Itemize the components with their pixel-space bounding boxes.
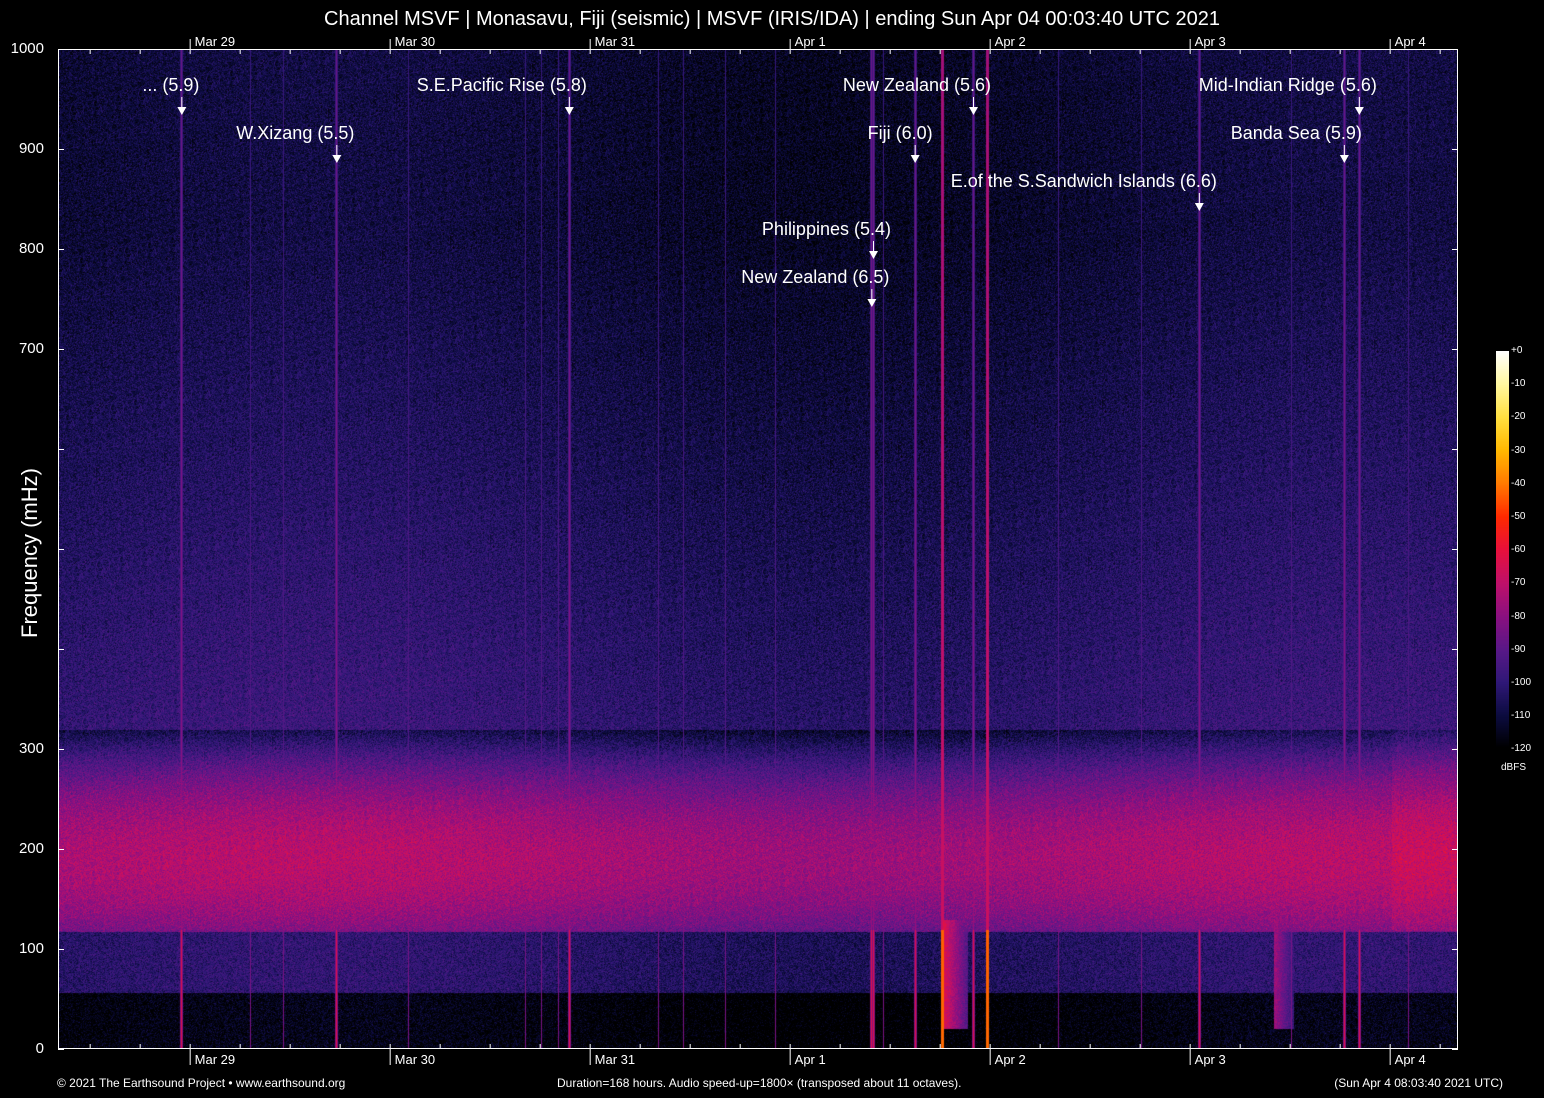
y-tick-label: 0 — [35, 1040, 44, 1057]
event-label: S.E.Pacific Rise (5.8) — [416, 75, 587, 95]
colorbar-tick-label: -80 — [1511, 610, 1526, 622]
footer-copyright: © 2021 The Earthsound Project • www.eart… — [57, 1076, 346, 1090]
colorbar-tick-label: -10 — [1511, 378, 1526, 390]
event-label: E.of the S.Sandwich Islands (6.6) — [950, 171, 1217, 191]
chart-title: Channel MSVF | Monasavu, Fiji (seismic) … — [324, 8, 1220, 30]
y-tick-label: 1000 — [10, 40, 44, 57]
event-label: New Zealand (6.5) — [741, 267, 890, 287]
event-arrow-icon — [564, 107, 574, 115]
x-tick-label-top: Mar 31 — [594, 34, 636, 49]
colorbar-tick-label: -20 — [1511, 411, 1526, 423]
x-tick-label-top: Mar 30 — [394, 34, 436, 49]
colorbar-tick-label: -70 — [1511, 577, 1526, 589]
x-tick-label: Apr 3 — [1194, 1052, 1226, 1067]
y-tick-label: 900 — [18, 140, 44, 157]
colorbar-tick-label: -50 — [1511, 511, 1526, 522]
colorbar-unit: dBFS — [1501, 762, 1527, 773]
event-arrow-icon — [969, 107, 978, 115]
y-tick-label: 100 — [18, 940, 44, 957]
x-tick-label: Apr 2 — [994, 1052, 1026, 1067]
plot-frame — [58, 39, 1458, 1065]
x-tick-label: Mar 29 — [194, 1052, 236, 1067]
event-label: ... (5.9) — [142, 75, 200, 95]
colorbar-tick-label: +0 — [1511, 345, 1523, 356]
event-label: Mid-Indian Ridge (5.6) — [1198, 75, 1377, 95]
y-tick-label: 200 — [18, 840, 44, 857]
event-arrow-icon — [869, 251, 878, 259]
event-arrow-icon — [332, 155, 342, 163]
colorbar-tick-label: -100 — [1511, 677, 1532, 688]
event-label: Banda Sea (5.9) — [1230, 123, 1362, 143]
event-label: W.Xizang (5.5) — [236, 123, 355, 143]
event-arrow-icon — [1354, 107, 1364, 115]
x-tick-label: Mar 30 — [394, 1052, 436, 1067]
y-tick-label: 800 — [18, 240, 44, 257]
x-tick-label: Apr 4 — [1394, 1052, 1426, 1067]
y-tick-label: 700 — [18, 340, 44, 357]
x-tick-label-top: Apr 3 — [1194, 34, 1226, 49]
colorbar-tick-label: -60 — [1511, 544, 1526, 556]
footer-duration: Duration=168 hours. Audio speed-up=1800×… — [557, 1076, 962, 1090]
event-arrow-icon — [867, 299, 877, 307]
event-arrow-icon — [1194, 203, 1204, 211]
x-tick-label-top: Apr 1 — [794, 34, 826, 49]
plot-area: ... (5.9) W.Xizang (5.5) S.E.Pacific Rise … — [58, 39, 1458, 1065]
y-axis-title: Frequency (mHz) — [17, 468, 42, 638]
x-tick-label-top: Mar 29 — [194, 34, 236, 49]
x-tick-label-top: Apr 2 — [994, 34, 1026, 49]
colorbar-tick-label: -30 — [1511, 444, 1526, 456]
event-arrow-icon — [910, 155, 920, 163]
colorbar-tick-label: -120 — [1511, 743, 1532, 755]
event-label: Philippines (5.4) — [761, 219, 891, 239]
colorbar-tick-label: -40 — [1511, 477, 1526, 489]
x-tick-label: Apr 1 — [794, 1052, 826, 1067]
event-arrow-icon — [177, 107, 187, 115]
x-tick-label: Mar 31 — [594, 1052, 636, 1067]
x-tick-label-top: Apr 4 — [1394, 34, 1426, 49]
y-tick-label: 300 — [18, 740, 44, 757]
colorbar — [1496, 351, 1509, 749]
event-label: Fiji (6.0) — [867, 123, 933, 143]
colorbar-tick-label: -110 — [1511, 710, 1531, 722]
event-label: New Zealand (5.6) — [842, 75, 991, 95]
colorbar-tick-label: -90 — [1511, 643, 1526, 655]
footer-end-time: (Sun Apr 4 08:03:40 2021 UTC) — [1334, 1076, 1503, 1090]
event-arrow-icon — [1339, 155, 1349, 163]
